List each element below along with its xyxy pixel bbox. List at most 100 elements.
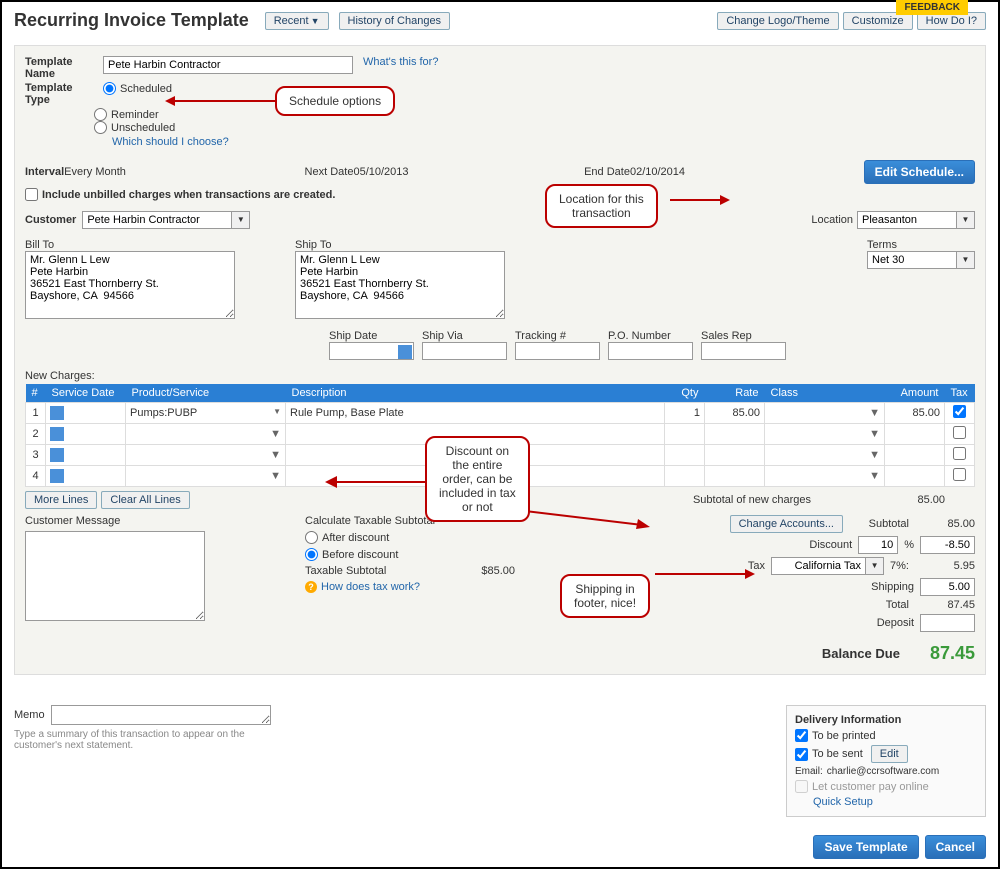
deposit-label: Deposit bbox=[794, 617, 914, 629]
terms-dropdown-icon[interactable]: ▼ bbox=[957, 251, 975, 269]
annotation-discount: Discount on the entire order, can be inc… bbox=[425, 436, 530, 522]
new-charges-header: New Charges: bbox=[25, 370, 975, 382]
end-date-value: 02/10/2014 bbox=[630, 166, 685, 178]
pay-online-checkbox bbox=[795, 780, 808, 793]
to-be-sent-checkbox[interactable] bbox=[795, 748, 808, 761]
col-class: Class bbox=[765, 384, 885, 403]
tax-label: Tax bbox=[748, 560, 765, 572]
tax-select[interactable] bbox=[771, 557, 866, 575]
shipto-textarea[interactable]: Mr. Glenn L Lew Pete Harbin 36521 East T… bbox=[295, 251, 505, 319]
balance-due-label: Balance Due bbox=[822, 646, 900, 661]
discount-pct-input[interactable] bbox=[858, 536, 898, 554]
tax-pct: 7%: bbox=[890, 560, 909, 572]
to-be-printed-checkbox[interactable] bbox=[795, 729, 808, 742]
annotation-location: Location for this transaction bbox=[545, 184, 658, 228]
delivery-email: charlie@ccrsoftware.com bbox=[827, 766, 939, 777]
calendar-icon[interactable] bbox=[50, 448, 64, 462]
more-lines-button[interactable]: More Lines bbox=[25, 491, 97, 509]
unscheduled-label: Unscheduled bbox=[111, 122, 175, 134]
template-name-input[interactable] bbox=[103, 56, 353, 74]
subtotal-label: Subtotal bbox=[849, 518, 909, 530]
recent-button[interactable]: Recent▼ bbox=[265, 12, 329, 30]
col-date: Service Date bbox=[46, 384, 126, 403]
reminder-label: Reminder bbox=[111, 109, 159, 121]
col-amount: Amount bbox=[885, 384, 945, 403]
discount-label: Discount bbox=[732, 539, 852, 551]
clear-lines-button[interactable]: Clear All Lines bbox=[101, 491, 189, 509]
col-rate: Rate bbox=[705, 384, 765, 403]
calendar-icon[interactable] bbox=[398, 345, 412, 359]
before-discount-radio[interactable] bbox=[305, 548, 318, 561]
deposit-input[interactable] bbox=[920, 614, 975, 632]
quick-setup-link[interactable]: Quick Setup bbox=[813, 796, 977, 808]
shipping-label: Shipping bbox=[794, 581, 914, 593]
discount-value[interactable] bbox=[920, 536, 975, 554]
memo-textarea[interactable] bbox=[51, 705, 271, 725]
customer-dropdown-icon[interactable]: ▼ bbox=[232, 211, 250, 229]
subtotal-new-value: 85.00 bbox=[885, 494, 945, 506]
annotation-schedule: Schedule options bbox=[275, 86, 395, 116]
total-value: 87.45 bbox=[915, 599, 975, 611]
next-date-label: Next Date bbox=[305, 166, 354, 178]
which-should-link[interactable]: Which should I choose? bbox=[112, 136, 975, 148]
col-desc: Description bbox=[286, 384, 665, 403]
customer-message-textarea[interactable] bbox=[25, 531, 205, 621]
po-label: P.O. Number bbox=[608, 330, 693, 342]
ship-via-label: Ship Via bbox=[422, 330, 507, 342]
col-qty: Qty bbox=[665, 384, 705, 403]
location-dropdown-icon[interactable]: ▼ bbox=[957, 211, 975, 229]
edit-schedule-button[interactable]: Edit Schedule... bbox=[864, 160, 975, 184]
shipping-input[interactable] bbox=[920, 578, 975, 596]
template-type-label: Template Type bbox=[25, 82, 103, 106]
memo-hint: Type a summary of this transaction to ap… bbox=[14, 729, 254, 751]
include-unbilled-label: Include unbilled charges when transactio… bbox=[42, 189, 335, 201]
ship-via-input[interactable] bbox=[422, 342, 507, 360]
location-input[interactable] bbox=[857, 211, 957, 229]
tracking-input[interactable] bbox=[515, 342, 600, 360]
feedback-tab[interactable]: FEEDBACK bbox=[896, 0, 968, 15]
col-tax: Tax bbox=[945, 384, 975, 403]
calendar-icon[interactable] bbox=[50, 427, 64, 441]
col-product: Product/Service bbox=[126, 384, 286, 403]
unscheduled-radio[interactable] bbox=[94, 121, 107, 134]
reminder-radio[interactable] bbox=[94, 108, 107, 121]
location-label: Location bbox=[811, 214, 853, 226]
whats-this-link[interactable]: What's this for? bbox=[363, 56, 438, 68]
change-logo-button[interactable]: Change Logo/Theme bbox=[717, 12, 838, 30]
billto-textarea[interactable]: Mr. Glenn L Lew Pete Harbin 36521 East T… bbox=[25, 251, 235, 319]
tax-value: 5.95 bbox=[915, 560, 975, 572]
interval-value: Every Month bbox=[64, 166, 126, 178]
next-date-value: 05/10/2013 bbox=[353, 166, 408, 178]
customer-label: Customer bbox=[25, 214, 76, 226]
calendar-icon[interactable] bbox=[50, 406, 64, 420]
save-template-button[interactable]: Save Template bbox=[813, 835, 918, 859]
include-unbilled-checkbox[interactable] bbox=[25, 188, 38, 201]
customer-input[interactable] bbox=[82, 211, 232, 229]
salesrep-input[interactable] bbox=[701, 342, 786, 360]
annotation-shipping: Shipping in footer, nice! bbox=[560, 574, 650, 618]
delivery-header: Delivery Information bbox=[795, 714, 977, 726]
table-row[interactable]: 1 Pumps:PUBP▼ Rule Pump, Base Plate 1 85… bbox=[26, 403, 975, 424]
total-label: Total bbox=[789, 599, 909, 611]
terms-label: Terms bbox=[867, 239, 975, 251]
tax-checkbox[interactable] bbox=[953, 405, 966, 418]
scheduled-label: Scheduled bbox=[120, 83, 172, 95]
change-accounts-button[interactable]: Change Accounts... bbox=[730, 515, 843, 533]
end-date-label: End Date bbox=[584, 166, 630, 178]
template-name-label: Template Name bbox=[25, 56, 103, 80]
tax-dropdown-icon[interactable]: ▼ bbox=[866, 557, 884, 575]
salesrep-label: Sales Rep bbox=[701, 330, 786, 342]
scheduled-radio[interactable] bbox=[103, 82, 116, 95]
po-input[interactable] bbox=[608, 342, 693, 360]
calendar-icon[interactable] bbox=[50, 469, 64, 483]
cancel-button[interactable]: Cancel bbox=[925, 835, 986, 859]
how-tax-link[interactable]: How does tax work? bbox=[321, 581, 420, 593]
customer-message-label: Customer Message bbox=[25, 515, 205, 527]
subtotal-new-label: Subtotal of new charges bbox=[693, 494, 811, 506]
interval-label: Interval bbox=[25, 166, 64, 178]
page-title: Recurring Invoice Template bbox=[14, 10, 249, 31]
after-discount-radio[interactable] bbox=[305, 531, 318, 544]
edit-delivery-button[interactable]: Edit bbox=[871, 745, 908, 763]
terms-input[interactable] bbox=[867, 251, 957, 269]
history-button[interactable]: History of Changes bbox=[339, 12, 451, 30]
